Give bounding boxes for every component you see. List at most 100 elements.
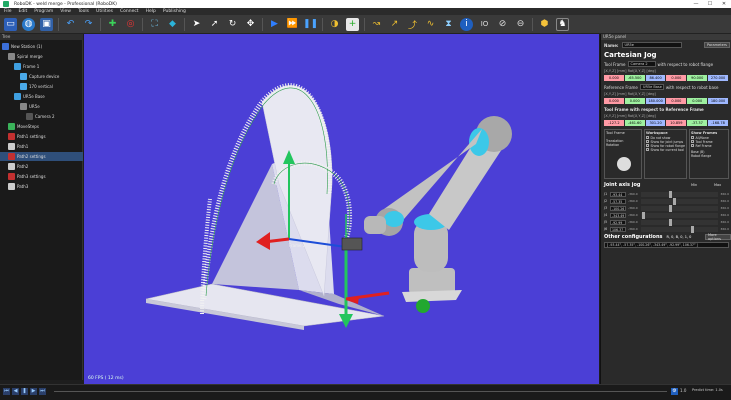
undo-icon[interactable]: ↶ — [64, 18, 77, 31]
save-icon[interactable]: ▣ — [40, 17, 53, 31]
robot-icon[interactable]: ♞ — [556, 17, 569, 31]
hourglass-icon[interactable]: ⧗ — [442, 18, 455, 31]
maximize-button[interactable]: ☐ — [703, 1, 717, 7]
select-icon[interactable]: ➤ — [190, 18, 203, 31]
menu-view[interactable]: View — [60, 9, 71, 14]
pose-value-cell[interactable]: 86.400 — [645, 75, 666, 81]
move-linear-icon[interactable]: ↗ — [388, 18, 401, 31]
tree-item[interactable]: Capture device — [0, 72, 83, 81]
pose-value-cell[interactable]: 0.000 — [666, 98, 687, 104]
pose-value-cell[interactable]: 180.000 — [645, 98, 666, 104]
new-program-icon[interactable]: + — [346, 17, 359, 31]
tree-item[interactable]: Path1 — [0, 142, 83, 151]
joint-slider-handle[interactable] — [691, 225, 695, 233]
tree-item[interactable]: UR5e — [0, 102, 83, 111]
collision-icon[interactable]: ⊖ — [514, 18, 527, 31]
joint-value[interactable]: -93.44 — [610, 191, 626, 197]
ref-frame-select[interactable]: UR5e Base — [639, 84, 664, 90]
joint-slider[interactable] — [640, 197, 719, 205]
menu-connect[interactable]: Connect — [120, 9, 139, 14]
pose-value-cell[interactable]: 0.000 — [687, 98, 708, 104]
fast-forward-icon[interactable]: ⏩ — [286, 18, 299, 31]
jog-dial[interactable] — [617, 157, 631, 171]
menu-help[interactable]: Help — [146, 9, 156, 14]
more-options-button[interactable]: More options — [705, 233, 731, 241]
skip-forward-icon[interactable]: ⏭ — [39, 388, 46, 395]
tree-item[interactable]: Path3 — [0, 182, 83, 191]
tree-item[interactable]: Path2 settings — [0, 152, 83, 161]
pose-value-cell[interactable]: 90.000 — [687, 75, 708, 81]
joint-slider-handle[interactable] — [673, 197, 677, 205]
target-icon[interactable]: ◎ — [124, 18, 137, 31]
simulation-slider[interactable] — [54, 391, 667, 392]
minimize-button[interactable]: — — [689, 1, 703, 7]
parameters-button[interactable]: Parameters — [703, 42, 730, 48]
close-button[interactable]: ✕ — [717, 1, 731, 7]
tool-pose-values[interactable]: 0.000 -65.500 86.400 0.000 90.000 270.000 — [604, 75, 729, 81]
menu-program[interactable]: Program — [34, 9, 53, 14]
pose-value-cell[interactable]: 0.000 — [604, 98, 624, 104]
3d-viewport[interactable]: Frame 2 60 FPS ( 12 ms) — [84, 34, 599, 384]
pose-value-cell[interactable]: 10.859 — [666, 120, 687, 126]
pose-value-cell[interactable]: 0.000 — [604, 75, 624, 81]
joint-value[interactable]: -100.26 — [610, 205, 626, 211]
step-back-icon[interactable]: ◀ — [12, 388, 19, 395]
menu-file[interactable]: File — [4, 9, 12, 14]
joint-value[interactable]: -57.35 — [610, 198, 626, 204]
joint-value[interactable]: -92.99 — [610, 219, 626, 225]
joint-slider[interactable] — [640, 190, 719, 198]
joint-slider-handle[interactable] — [668, 204, 672, 212]
tool-frame-select[interactable]: Camera 2 — [627, 61, 656, 67]
pause-icon[interactable]: ❚❚ — [303, 18, 318, 31]
tree-item[interactable]: Path1 settings — [0, 132, 83, 141]
python-icon[interactable]: ◑ — [328, 18, 341, 31]
tree-item[interactable]: Path2 — [0, 162, 83, 171]
pointer-icon[interactable]: ➚ — [208, 18, 221, 31]
joint-value[interactable]: 106.37 — [610, 226, 626, 232]
cube-icon[interactable]: ◆ — [166, 18, 179, 31]
export-icon[interactable]: ⬢ — [538, 18, 551, 31]
tree-item[interactable]: MoveSteps — [0, 122, 83, 131]
open-icon[interactable]: ▭ — [4, 17, 17, 31]
pose-value-cell[interactable]: 0.000 — [666, 75, 687, 81]
pose-value-cell[interactable]: -168.78 — [708, 120, 728, 126]
joint-slider[interactable] — [640, 211, 719, 219]
add-target-icon[interactable]: ✚ — [106, 18, 119, 31]
prohibit-icon[interactable]: ⊘ — [496, 18, 509, 31]
tree-item[interactable]: 170 vertical — [0, 82, 83, 91]
pose-value-cell[interactable]: -65.500 — [624, 75, 645, 81]
pointer-rotate-icon[interactable]: ↻ — [226, 18, 239, 31]
pose-value-cell[interactable]: 0.000 — [624, 98, 645, 104]
pointer-tool-icon[interactable]: ✥ — [244, 18, 257, 31]
tree-item[interactable]: Camera 2 — [0, 112, 83, 121]
config-values-field[interactable]: [ -93.44°, -57.35°, -100.26°, -343.49°, … — [604, 242, 729, 248]
ref-pose-values[interactable]: 0.000 0.000 180.000 0.000 0.000 180.000 — [604, 98, 729, 104]
robot-name-field[interactable]: UR5e — [621, 42, 682, 48]
pose-value-cell[interactable]: -127.2 — [604, 120, 624, 126]
menu-edit[interactable]: Edit — [19, 9, 28, 14]
show-frames-opt-2[interactable]: Ref Frame — [690, 144, 728, 148]
move-joint-icon[interactable]: ↝ — [370, 18, 383, 31]
joint-slider-handle[interactable] — [642, 211, 646, 219]
menu-tools[interactable]: Tools — [78, 9, 89, 14]
redo-icon[interactable]: ↷ — [82, 18, 95, 31]
tree-item[interactable]: UR5e Base — [0, 92, 83, 101]
pose-value-cell[interactable]: -37.37 — [687, 120, 708, 126]
globe-icon[interactable]: ◍ — [22, 17, 35, 31]
sim-speed-icon[interactable]: ⚙ — [671, 388, 678, 395]
tree-item[interactable]: Path3 settings — [0, 172, 83, 181]
joint-slider[interactable] — [640, 204, 719, 212]
menu-publishing[interactable]: Publishing — [163, 9, 186, 14]
menu-utilities[interactable]: Utilities — [96, 9, 113, 14]
fit-view-icon[interactable]: ⛶ — [148, 18, 161, 31]
joint-slider[interactable] — [640, 225, 719, 233]
move-circular-icon[interactable]: ⤴ — [406, 18, 419, 31]
tree-item[interactable]: New Station (1) — [0, 42, 83, 51]
play-icon[interactable]: ▶ — [268, 18, 281, 31]
joint-value[interactable]: -343.49 — [610, 212, 626, 218]
pose-value-cell[interactable]: 180.000 — [708, 98, 728, 104]
joint-slider-handle[interactable] — [669, 190, 673, 198]
pose-value-cell[interactable]: 270.000 — [708, 75, 728, 81]
ur5e-robot[interactable] — [341, 116, 512, 313]
skip-back-icon[interactable]: ⏮ — [3, 388, 10, 395]
